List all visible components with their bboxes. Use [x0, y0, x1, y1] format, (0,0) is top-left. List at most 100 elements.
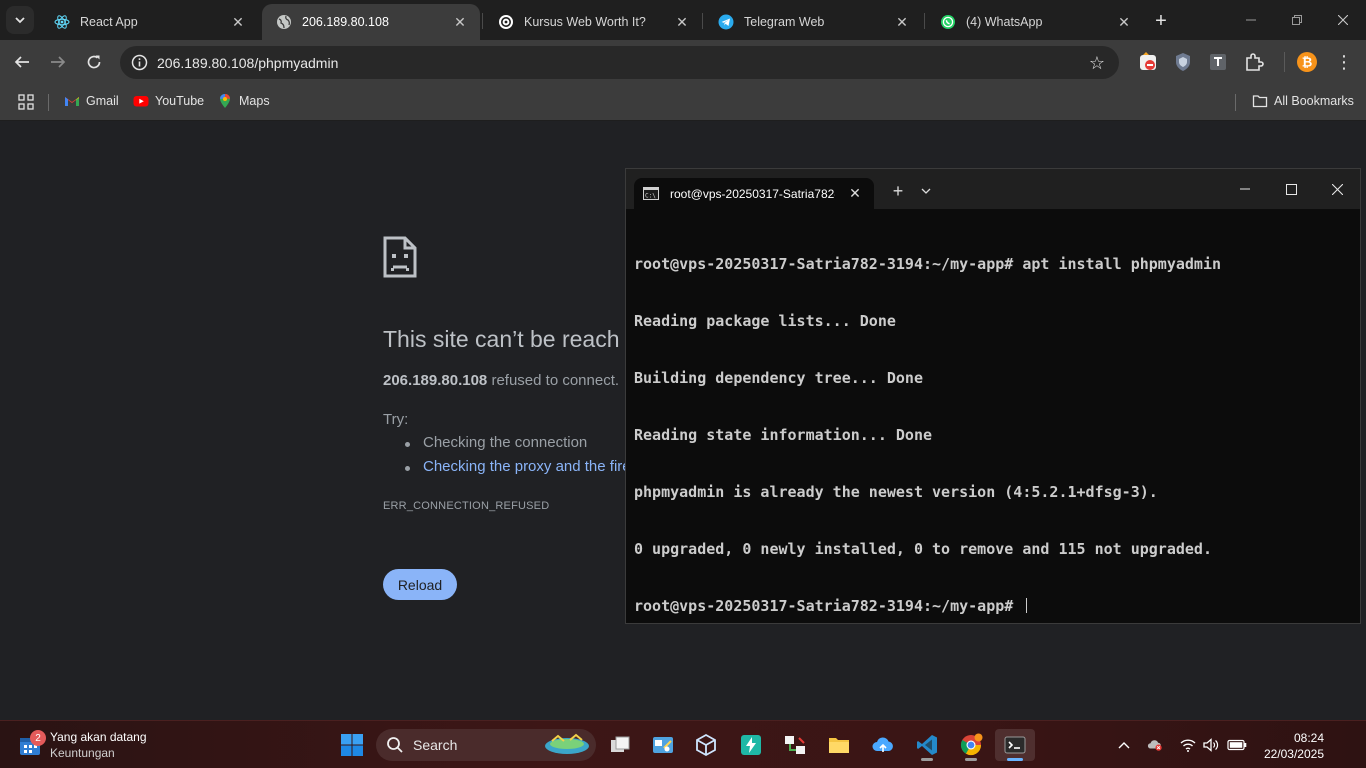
taskbar-file-explorer[interactable] — [819, 729, 859, 761]
battery-status[interactable] — [1227, 737, 1247, 753]
reload-button[interactable]: Reload — [383, 569, 457, 600]
clock[interactable]: 08:24 22/03/2025 — [1264, 730, 1324, 762]
terminal-line: 0 upgraded, 0 newly installed, 0 to remo… — [634, 540, 1212, 558]
control-panel-icon — [653, 737, 673, 753]
tab-kursus-web[interactable]: Kursus Web Worth It? ✕ — [484, 4, 702, 40]
forward-button[interactable] — [46, 50, 70, 74]
tab-title: Kursus Web Worth It? — [524, 15, 646, 29]
whatsapp-icon — [941, 15, 955, 29]
tab-phpmyadmin[interactable]: 206.189.80.108 ✕ — [262, 4, 480, 40]
taskbar-task-view[interactable] — [600, 729, 640, 761]
close-tab-icon[interactable]: ✕ — [892, 12, 912, 32]
bitcoin-icon[interactable]: ₿ — [1297, 52, 1317, 72]
refresh-button[interactable] — [82, 50, 106, 74]
windows-start-icon[interactable] — [340, 733, 364, 757]
suggestion-check-connection: Checking the connection — [405, 434, 631, 458]
running-indicator — [965, 758, 977, 761]
tab-divider — [924, 13, 925, 29]
tab-divider — [702, 13, 703, 29]
react-icon — [54, 15, 70, 29]
bookmark-youtube[interactable]: YouTube — [133, 93, 204, 109]
extensions-puzzle-icon[interactable] — [1244, 52, 1264, 72]
bookmark-label: Maps — [239, 94, 270, 108]
terminal-minimize-button[interactable] — [1222, 175, 1268, 203]
taskbar-cloud-app[interactable] — [863, 729, 903, 761]
terminal-close-button[interactable] — [1314, 175, 1360, 203]
wifi-icon — [1180, 739, 1196, 752]
terminal-tab[interactable]: C:\ root@vps-20250317-Satria782-3194:~/m… — [634, 178, 874, 209]
new-tab-button[interactable]: + — [1148, 8, 1174, 34]
close-tab-icon[interactable]: ✕ — [228, 12, 248, 32]
tab-whatsapp[interactable]: (4) WhatsApp ✕ — [926, 4, 1144, 40]
taskbar-search[interactable]: Search — [376, 729, 596, 761]
volume-status[interactable] — [1203, 737, 1219, 753]
close-window-button[interactable] — [1320, 0, 1366, 40]
terminal-titlebar[interactable]: C:\ root@vps-20250317-Satria782-3194:~/m… — [626, 169, 1360, 209]
widgets-button[interactable]: 2 Yang akan datang Keuntungan — [18, 729, 147, 761]
terminal-line: Reading state information... Done — [634, 426, 933, 444]
taskbar-control-panel[interactable] — [643, 729, 683, 761]
tab-react-app[interactable]: React App ✕ — [40, 4, 258, 40]
lightning-icon — [741, 735, 761, 755]
taskbar-terminal[interactable] — [995, 729, 1035, 761]
youtube-icon — [133, 96, 149, 107]
address-bar[interactable]: 206.189.80.108/phpmyadmin ☆ — [120, 46, 1119, 79]
taskbar-virtualbox[interactable] — [686, 729, 726, 761]
bookmark-gmail[interactable]: Gmail — [64, 93, 119, 109]
url-text[interactable]: 206.189.80.108/phpmyadmin — [157, 55, 338, 71]
error-title: This site can’t be reach — [383, 326, 620, 352]
cloud-error-icon — [1147, 740, 1162, 751]
close-tab-icon[interactable]: ✕ — [672, 12, 692, 32]
terminal-maximize-button[interactable] — [1268, 175, 1314, 203]
taskbar-bolt-app[interactable] — [731, 729, 771, 761]
svg-text:₿: ₿ — [1302, 56, 1313, 71]
bookmarks-divider — [1235, 94, 1236, 111]
close-tab-icon[interactable]: ✕ — [1114, 12, 1134, 32]
back-button[interactable] — [10, 50, 34, 74]
maximize-icon — [1285, 183, 1297, 195]
suggestion-check-proxy-link[interactable]: Checking the proxy and the fire — [405, 458, 631, 482]
tab-telegram[interactable]: Telegram Web ✕ — [704, 4, 922, 40]
close-tab-icon[interactable]: ✕ — [450, 12, 470, 32]
bookmark-label: All Bookmarks — [1274, 94, 1354, 108]
menu-kebab-icon[interactable]: ⋮ — [1334, 52, 1354, 72]
shield-icon[interactable] — [1173, 52, 1193, 72]
minimize-icon — [1246, 19, 1256, 21]
search-icon — [387, 737, 403, 753]
minimize-button[interactable] — [1228, 0, 1274, 40]
all-bookmarks[interactable]: All Bookmarks — [1252, 93, 1354, 109]
speaker-icon — [1203, 738, 1219, 752]
close-terminal-tab-icon[interactable]: ✕ — [845, 184, 865, 204]
extension-red-icon[interactable] — [1139, 52, 1159, 72]
taskbar-chrome[interactable] — [951, 729, 991, 761]
folder-icon — [1252, 95, 1268, 108]
arrow-right-icon — [51, 56, 66, 68]
search-highlight-icon — [545, 733, 589, 754]
apps-grid-icon[interactable] — [18, 94, 34, 110]
bookmarks-bar: Gmail YouTube Maps All Bookmarks — [0, 84, 1366, 121]
taskbar-network-app[interactable] — [775, 729, 815, 761]
terminal-window[interactable]: C:\ root@vps-20250317-Satria782-3194:~/m… — [625, 168, 1361, 624]
wifi-status[interactable] — [1180, 737, 1196, 753]
new-terminal-tab-button[interactable]: + — [888, 181, 908, 201]
onedrive-status[interactable] — [1147, 737, 1163, 753]
terminal-output[interactable]: root@vps-20250317-Satria782-3194:~/my-ap… — [634, 217, 1221, 654]
widget-subtitle: Keuntungan — [50, 746, 115, 760]
taskbar-vscode[interactable] — [907, 729, 947, 761]
openai-icon — [499, 15, 513, 29]
restore-button[interactable] — [1274, 0, 1320, 40]
widget-icon-container: 2 — [18, 730, 46, 757]
refresh-icon — [87, 55, 101, 69]
show-hidden-icons-button[interactable] — [1116, 737, 1132, 753]
bookmark-star-icon[interactable]: ☆ — [1089, 53, 1105, 74]
extension-t-icon[interactable] — [1208, 52, 1228, 72]
terminal-dropdown-button[interactable] — [916, 181, 936, 201]
error-description: 206.189.80.108 refused to connect. — [383, 372, 619, 389]
site-info-icon[interactable] — [131, 54, 148, 71]
widget-title: Yang akan datang — [50, 730, 147, 744]
terminal-prompt-line[interactable]: root@vps-20250317-Satria782-3194:~/my-ap… — [634, 597, 1221, 616]
restore-icon — [1292, 15, 1302, 25]
bookmark-maps[interactable]: Maps — [217, 93, 270, 109]
terminal-prompt: root@vps-20250317-Satria782-3194:~/my-ap… — [634, 597, 1023, 615]
tab-search-button[interactable] — [6, 6, 34, 34]
